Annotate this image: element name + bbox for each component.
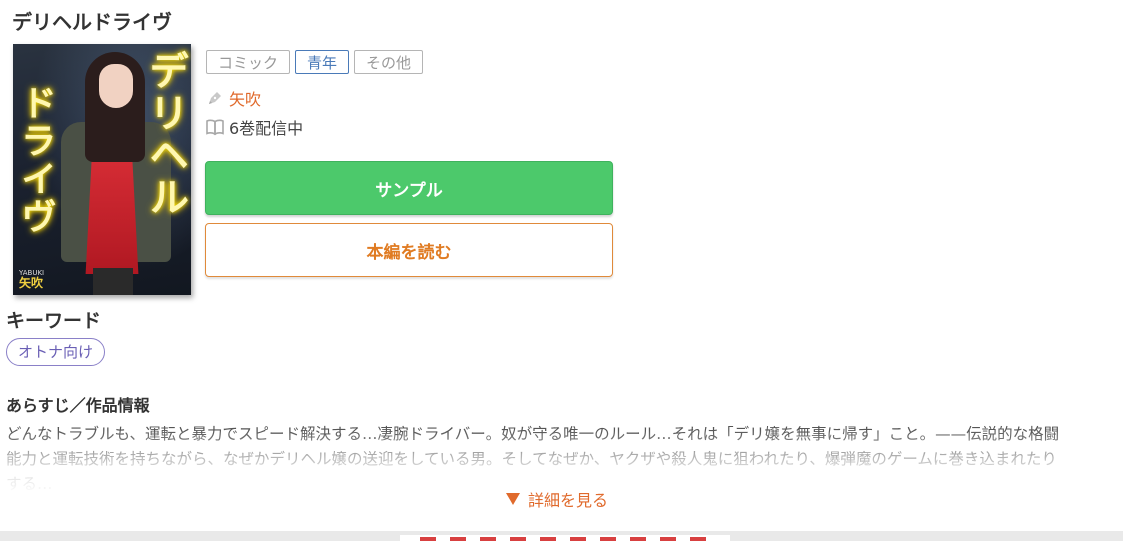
keyword-chip[interactable]: オトナ向け (6, 338, 106, 366)
triangle-down-icon (503, 489, 523, 509)
page-title: デリヘルドライヴ (12, 10, 172, 34)
sample-button[interactable]: サンプル (205, 161, 613, 215)
cover-image[interactable]: デリヘル ドライヴ YABUKI 矢吹 (13, 44, 191, 295)
cover-figure-legs (93, 268, 133, 295)
bottom-divider (0, 531, 1123, 541)
keyword-heading: キーワード (6, 310, 102, 332)
genre-tags: コミック 青年 その他 (206, 50, 424, 74)
cover-figure-face (99, 64, 133, 108)
genre-tag-comic[interactable]: コミック (206, 50, 291, 74)
cover-author: 矢吹 (19, 276, 44, 290)
show-details-link[interactable]: 詳細を見る (503, 487, 608, 511)
volumes-text: 6巻配信中 (229, 119, 304, 138)
synopsis-line: どんなトラブルも、運転と暴力でスピード解決する…凄腕ドライバー。奴が守る唯一のル… (6, 425, 1060, 443)
read-button[interactable]: 本編を読む (205, 223, 613, 277)
author-link[interactable]: 矢吹 (229, 86, 261, 110)
synopsis-text: どんなトラブルも、運転と暴力でスピード解決する…凄腕ドライバー。奴が守る唯一のル… (6, 422, 1116, 496)
genre-tag-seinen[interactable]: 青年 (295, 50, 350, 74)
author-row: 矢吹 (205, 86, 261, 110)
genre-tag-other[interactable]: その他 (354, 50, 424, 74)
volumes-row: 6巻配信中 (205, 115, 303, 139)
synopsis-heading: あらすじ／作品情報 (6, 396, 150, 415)
next-section-peek (400, 535, 730, 541)
book-icon (205, 117, 225, 137)
pen-icon (205, 88, 225, 108)
show-details-label: 詳細を見る (528, 491, 609, 510)
cover-title-left: ドライヴ (15, 84, 56, 236)
synopsis-line: 能力と運転技術を持ちながら、なぜかデリヘル嬢の送迎をしている男。そしてなぜか、ヤ… (6, 450, 1057, 468)
cover-title-right: デリヘル (142, 50, 188, 218)
page: デリヘルドライヴ デリヘル ドライヴ YABUKI 矢吹 コミック 青年 その他… (0, 0, 1123, 541)
